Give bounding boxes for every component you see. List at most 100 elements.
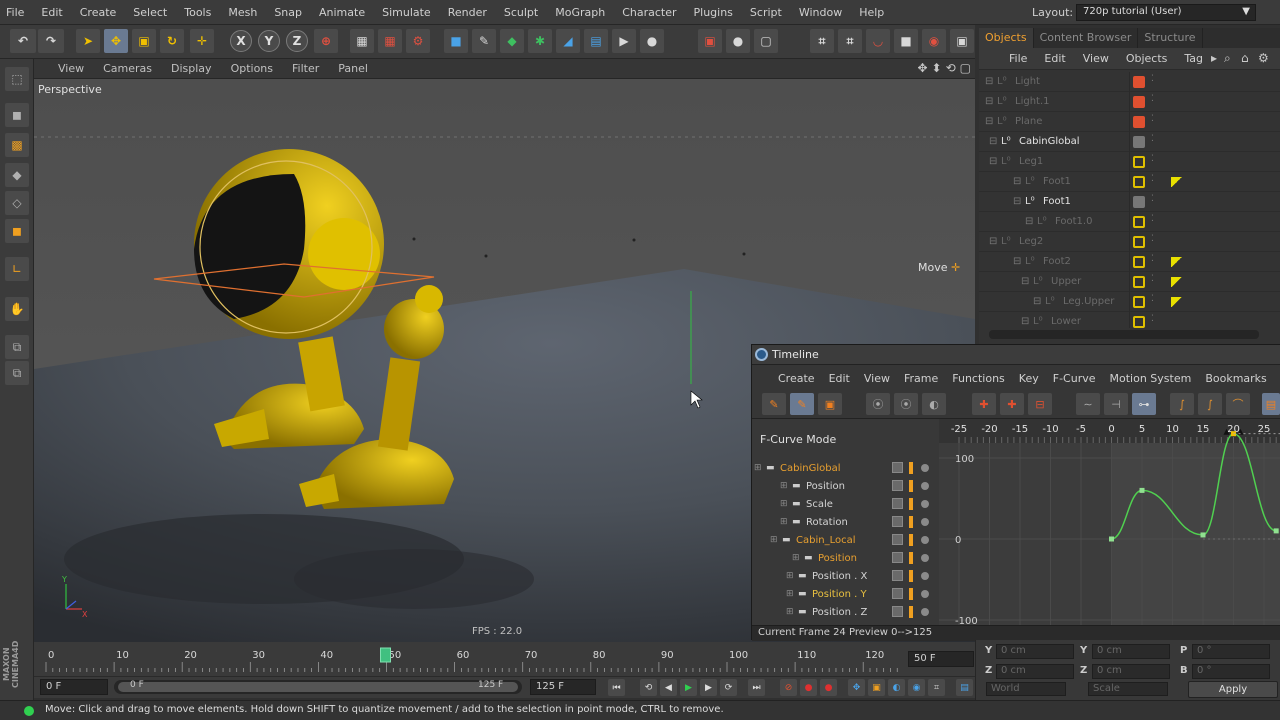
object-row[interactable]: ⊟ L⁰ Foot1 ⁚ bbox=[979, 172, 1280, 192]
viewport-menu-cameras[interactable]: Cameras bbox=[103, 62, 152, 75]
object-menu-tag[interactable]: Tag bbox=[1184, 52, 1203, 65]
menu-edit[interactable]: Edit bbox=[41, 6, 62, 19]
dolly-icon[interactable]: ⬍ bbox=[932, 61, 942, 75]
ik-tag-icon[interactable] bbox=[1171, 297, 1183, 307]
end-frame-field[interactable]: 125 F bbox=[530, 679, 596, 695]
visibility-dots-icon[interactable]: ⁚ bbox=[1151, 254, 1154, 264]
coordinate-system-icon[interactable]: ⊕ bbox=[314, 29, 338, 53]
tree-expander-icon[interactable]: ⊟ bbox=[985, 76, 993, 87]
menu-create[interactable]: Create bbox=[80, 6, 117, 19]
menu-tools[interactable]: Tools bbox=[184, 6, 211, 19]
object-name[interactable]: Plane bbox=[1015, 116, 1042, 127]
object-row[interactable]: ⊟ L⁰ Plane ⁚ bbox=[979, 112, 1280, 132]
display-tag-icon[interactable] bbox=[1133, 116, 1145, 128]
move-tool-icon[interactable]: ✥ bbox=[104, 29, 128, 53]
track-mute-icon[interactable] bbox=[921, 482, 929, 490]
track-mute-icon[interactable] bbox=[921, 608, 929, 616]
timeline-menu-edit[interactable]: Edit bbox=[829, 372, 850, 385]
visibility-dots-icon[interactable]: ⁚ bbox=[1151, 94, 1154, 104]
fcurve-key[interactable] bbox=[1139, 487, 1145, 493]
ruler-end-field[interactable]: 50 F bbox=[908, 651, 974, 667]
object-menu-file[interactable]: File bbox=[1009, 52, 1027, 65]
tree-expander-icon[interactable]: ⊟ bbox=[1013, 196, 1021, 207]
track-name[interactable]: Position . Z bbox=[812, 607, 867, 618]
object-row[interactable]: ⊟ L⁰ Upper ⁚ bbox=[979, 272, 1280, 292]
tree-expander-icon[interactable]: ⊟ bbox=[1025, 216, 1033, 227]
menu-plugins[interactable]: Plugins bbox=[694, 6, 733, 19]
menu-character[interactable]: Character bbox=[622, 6, 676, 19]
undo-icon[interactable]: ↶ bbox=[10, 29, 36, 53]
tree-expander-icon[interactable]: ⊟ bbox=[1033, 296, 1041, 307]
object-name[interactable]: Foot1 bbox=[1043, 176, 1071, 187]
floor-icon[interactable]: ▤ bbox=[584, 29, 608, 53]
timeline-track[interactable]: ⊞ ▬ Rotation bbox=[752, 513, 939, 531]
rotation-field[interactable]: 0 ° bbox=[1192, 644, 1270, 659]
ease-out-icon[interactable]: ⌒ bbox=[1226, 393, 1250, 415]
display-mode-icon[interactable]: ▢ bbox=[754, 29, 778, 53]
render-settings-icon[interactable]: ⚙ bbox=[406, 29, 430, 53]
menu-simulate[interactable]: Simulate bbox=[382, 6, 431, 19]
menu-animate[interactable]: Animate bbox=[319, 6, 365, 19]
ease-in-icon[interactable]: ∫ bbox=[1198, 393, 1222, 415]
key-mode-icon[interactable]: ✎ bbox=[762, 393, 786, 415]
track-lock-icon[interactable] bbox=[892, 606, 903, 617]
chevron-right-icon[interactable]: ▸ bbox=[1211, 51, 1217, 65]
tree-expander-icon[interactable]: ⊟ bbox=[985, 116, 993, 127]
viewport-menu-view[interactable]: View bbox=[58, 62, 84, 75]
tree-expander-icon[interactable]: ⊞ bbox=[786, 571, 794, 581]
viewport-menu-options[interactable]: Options bbox=[231, 62, 273, 75]
go-to-start-icon[interactable]: ⏮ bbox=[608, 679, 625, 696]
step-interpolation-icon[interactable]: ∼ bbox=[1076, 393, 1100, 415]
timeline-track[interactable]: ⊞ ▬ Cabin_Local bbox=[752, 531, 939, 549]
timeline-menu-bookmarks[interactable]: Bookmarks bbox=[1205, 372, 1266, 385]
select-live-icon[interactable]: ➤ bbox=[76, 29, 100, 53]
object-row[interactable]: ⊟ L⁰ Light ⁚ bbox=[979, 72, 1280, 92]
track-lock-icon[interactable] bbox=[892, 516, 903, 527]
orbit-icon[interactable]: ⟲ bbox=[946, 61, 956, 75]
key-param-icon[interactable]: ◉ bbox=[908, 679, 925, 696]
size-field[interactable]: 0 cm bbox=[1092, 644, 1170, 659]
visibility-dots-icon[interactable]: ⁚ bbox=[1151, 74, 1154, 84]
display-tag-icon[interactable] bbox=[1133, 316, 1145, 328]
object-name[interactable]: Lower bbox=[1051, 316, 1081, 327]
visibility-dots-icon[interactable]: ⁚ bbox=[1151, 294, 1154, 304]
tree-expander-icon[interactable]: ⊞ bbox=[786, 589, 794, 599]
coord-mode-select[interactable]: World bbox=[986, 682, 1066, 696]
object-name[interactable]: CabinGlobal bbox=[1019, 136, 1079, 147]
fcurve-graph[interactable]: -25-20-15-10-505101520252001000-100 bbox=[939, 419, 1280, 625]
timeline-track[interactable]: ⊞ ▬ Position . Z bbox=[752, 603, 939, 621]
track-lock-icon[interactable] bbox=[892, 462, 903, 473]
pen-icon[interactable]: ✎ bbox=[472, 29, 496, 53]
z-axis-lock-icon[interactable]: Z bbox=[286, 30, 308, 52]
edges-mode-icon[interactable]: ◇ bbox=[5, 191, 29, 215]
track-name[interactable]: Scale bbox=[806, 499, 833, 510]
object-row[interactable]: ⊟ L⁰ Lower ⁚ bbox=[979, 312, 1280, 328]
add-key-icon[interactable]: ✚ bbox=[972, 393, 996, 415]
editor-render-icon[interactable]: ▣ bbox=[698, 29, 722, 53]
workplane-icon[interactable]: ⌗ bbox=[838, 29, 862, 53]
display-tag-icon[interactable] bbox=[1133, 256, 1145, 268]
tree-expander-icon[interactable]: ⊞ bbox=[780, 517, 788, 527]
display-tag-icon[interactable] bbox=[1133, 156, 1145, 168]
add-key-all-icon[interactable]: ✚ bbox=[1000, 393, 1024, 415]
tree-expander-icon[interactable]: ⊞ bbox=[754, 463, 762, 473]
track-name[interactable]: Cabin_Local bbox=[796, 535, 856, 546]
previous-key-icon[interactable]: ⟲ bbox=[640, 679, 657, 696]
key-pla-icon[interactable]: ⌗ bbox=[928, 679, 945, 696]
last-tool-icon[interactable]: ✛ bbox=[190, 29, 214, 53]
next-frame-icon[interactable]: ▶ bbox=[700, 679, 717, 696]
display-tag-icon[interactable] bbox=[1133, 296, 1145, 308]
redo-icon[interactable]: ↷ bbox=[38, 29, 64, 53]
viewport-menu-display[interactable]: Display bbox=[171, 62, 212, 75]
track-name[interactable]: Position . X bbox=[812, 571, 867, 582]
ik-tag-icon[interactable] bbox=[1171, 257, 1183, 267]
timeline-menu-functions[interactable]: Functions bbox=[952, 372, 1005, 385]
square-icon[interactable]: ■ bbox=[894, 29, 918, 53]
visibility-dots-icon[interactable]: ⁚ bbox=[1151, 314, 1154, 324]
axis-mode-icon[interactable]: ∟ bbox=[5, 257, 29, 281]
track-lock-icon[interactable] bbox=[892, 570, 903, 581]
record-rotation-icon[interactable]: ◐ bbox=[922, 393, 946, 415]
object-name[interactable]: Leg.Upper bbox=[1063, 296, 1114, 307]
next-key-icon[interactable]: ⟳ bbox=[720, 679, 737, 696]
tab-content-browser[interactable]: Content Browser bbox=[1034, 28, 1139, 48]
